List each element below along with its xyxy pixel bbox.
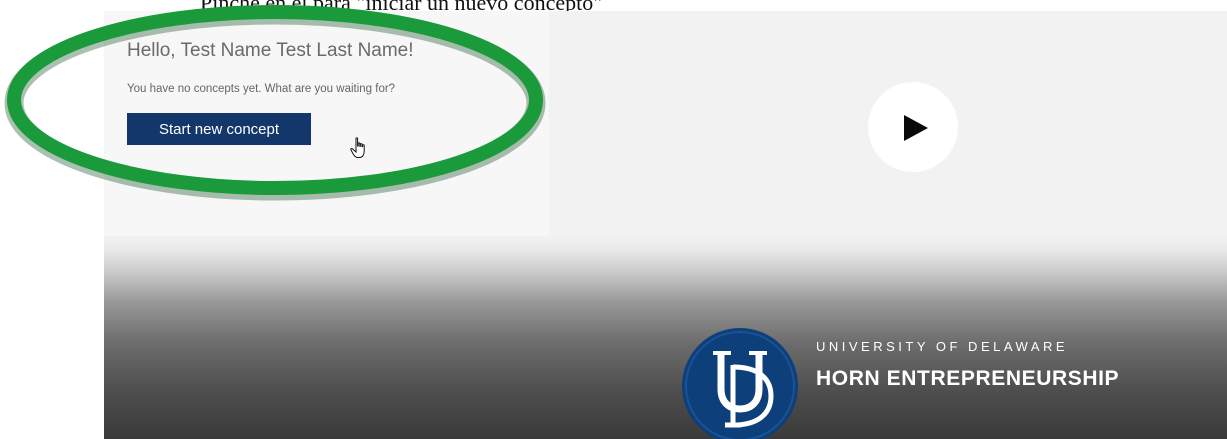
app-dashboard-panel: Hello, Test Name Test Last Name! You hav… — [104, 11, 549, 236]
empty-state-message: You have no concepts yet. What are you w… — [127, 83, 396, 95]
play-icon[interactable] — [904, 115, 928, 141]
start-new-concept-button[interactable]: Start new concept — [127, 113, 311, 145]
university-name: UNIVERSITY OF DELAWARE — [816, 339, 1069, 354]
ud-logo-icon — [682, 328, 798, 439]
program-name: HORN ENTREPRENEURSHIP — [816, 367, 1120, 390]
video-frame[interactable]: Hello, Test Name Test Last Name! You hav… — [104, 11, 1227, 439]
greeting-heading: Hello, Test Name Test Last Name! — [127, 40, 414, 61]
hand-pointer-icon — [350, 137, 365, 158]
